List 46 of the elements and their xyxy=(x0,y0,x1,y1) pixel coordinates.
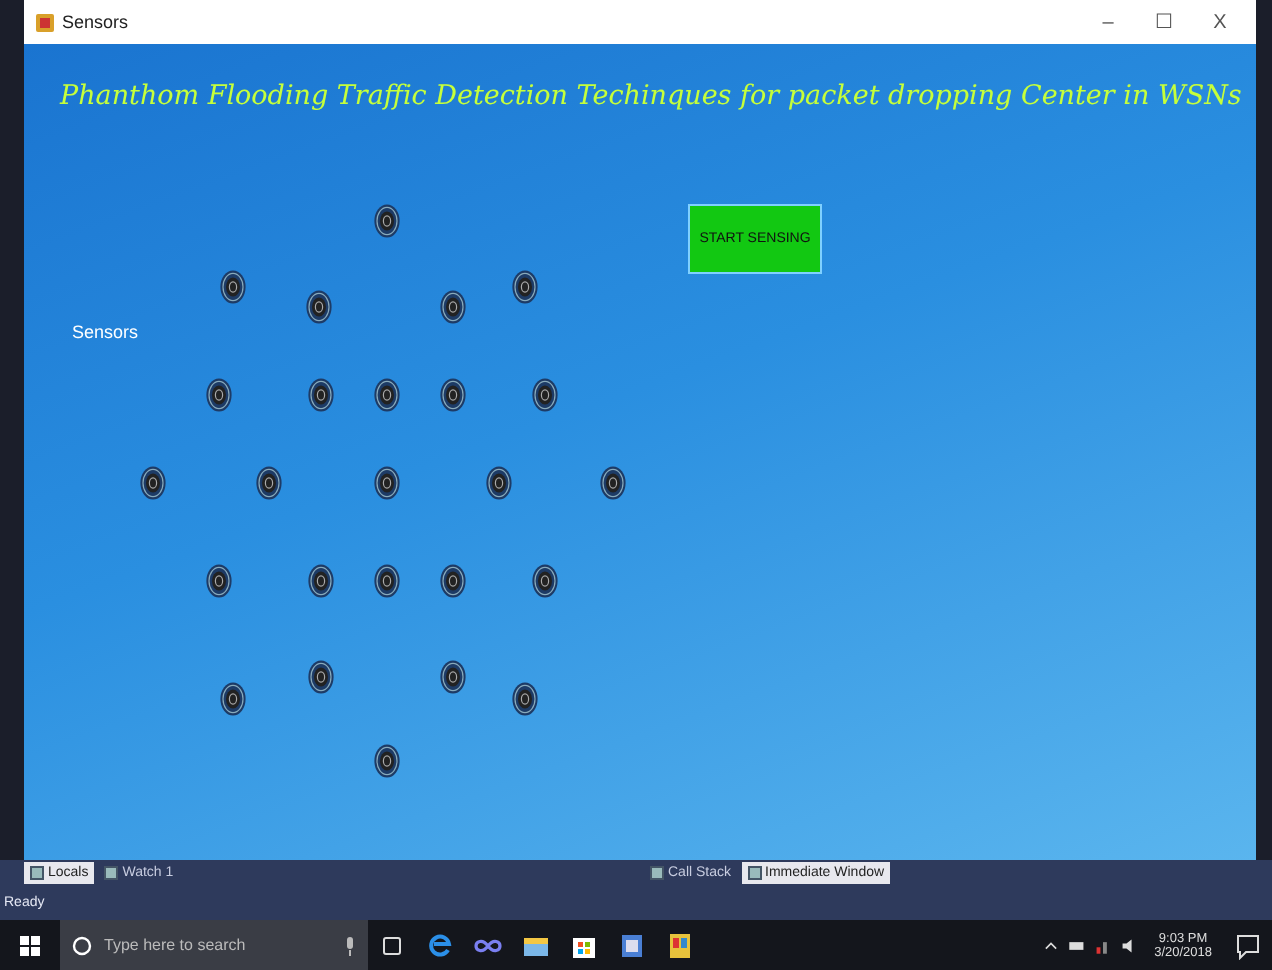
sensor-node-icon xyxy=(205,563,231,597)
microphone-icon[interactable] xyxy=(344,935,356,955)
app-window-icon[interactable] xyxy=(666,931,694,959)
sensor-node-icon xyxy=(439,563,465,597)
sensor-node-icon xyxy=(485,465,511,499)
sensor-node-icon xyxy=(139,465,165,499)
browser-icon[interactable] xyxy=(426,931,454,959)
sensor-node-icon xyxy=(373,203,399,237)
sensor-node-icon xyxy=(511,269,537,303)
sensor-node-icon xyxy=(219,681,245,715)
window-title: Sensors xyxy=(62,12,131,32)
form-heading: Phanthom Flooding Traffic Detection Techinques for packet dropping Center in WSNs xyxy=(60,80,1242,112)
windows-logo-icon[interactable] xyxy=(16,931,44,959)
sensor-node-icon xyxy=(439,377,465,411)
window-icon xyxy=(747,865,762,879)
search-icon xyxy=(72,935,92,955)
document-icon[interactable] xyxy=(618,931,646,959)
sensor-node-icon xyxy=(307,659,333,693)
sensor-node-icon xyxy=(373,743,399,777)
sensor-node-icon xyxy=(439,659,465,693)
sensor-node-icon xyxy=(307,377,333,411)
notification-icon[interactable] xyxy=(1234,931,1262,959)
window-icon xyxy=(650,865,664,879)
window-icon xyxy=(30,865,44,879)
sensor-node-icon xyxy=(373,563,399,597)
sensor-node-icon xyxy=(511,681,537,715)
sensor-node-icon xyxy=(531,377,557,411)
close-button[interactable]: X xyxy=(1196,11,1244,33)
sensor-node-icon xyxy=(373,377,399,411)
sensors-label: Sensors xyxy=(72,322,139,342)
window-icon xyxy=(104,865,119,879)
sensor-node-icon xyxy=(531,563,557,597)
sensor-node-icon xyxy=(373,465,399,499)
search-box[interactable]: Type here to search xyxy=(60,920,368,970)
sensor-node-icon xyxy=(305,289,331,323)
maximize-button[interactable]: ☐ xyxy=(1140,10,1188,34)
search-field[interactable]: Type here to search xyxy=(100,934,336,956)
sensor-node-icon xyxy=(219,269,245,303)
sensor-node-icon xyxy=(599,465,625,499)
sensor-node-icon xyxy=(439,289,465,323)
sensor-node-icon xyxy=(205,377,231,411)
sensor-node-icon xyxy=(307,563,333,597)
minimize-button[interactable]: – xyxy=(1084,11,1132,33)
app-icon xyxy=(36,13,54,31)
sensor-node-icon xyxy=(255,465,281,499)
task-view-icon[interactable] xyxy=(378,931,406,959)
